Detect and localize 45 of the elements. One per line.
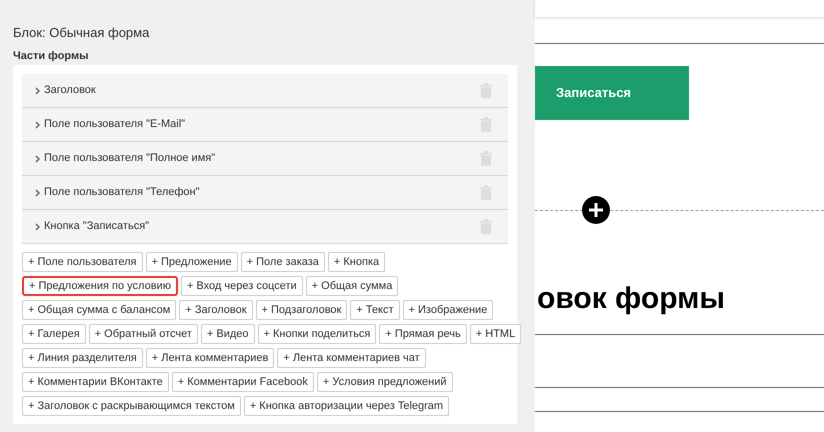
add-part-button[interactable]: + Поле заказа <box>240 252 325 272</box>
add-part-button[interactable]: + Кнопка <box>328 252 386 272</box>
add-part-button[interactable]: + Обратный отсчет <box>88 324 198 344</box>
add-part-button[interactable]: + Заголовок с раскрывающимся текстом <box>22 396 241 416</box>
chevron-icon <box>35 120 40 128</box>
add-part-button[interactable]: + Предложение <box>146 252 238 272</box>
add-part-button[interactable]: + Поле пользователя <box>22 252 143 272</box>
block-title: Блок: Обычная форма <box>13 25 150 41</box>
add-part-button[interactable]: + Общая сумма <box>306 276 398 296</box>
add-part-button[interactable]: + Комментарии ВКонтакте <box>22 372 169 392</box>
chevron-icon <box>35 154 40 162</box>
part-label: Заголовок <box>44 83 97 98</box>
add-part-button[interactable]: + Подзаголовок <box>256 300 348 320</box>
add-part-button[interactable]: + Галерея <box>22 324 86 344</box>
add-part-button[interactable]: + Кнопки поделиться <box>258 324 376 344</box>
add-part-button[interactable]: + Лента комментариев <box>146 348 274 368</box>
part-label: Поле пользователя "Телефон" <box>44 185 201 200</box>
section-label: Части формы <box>13 49 90 63</box>
chevron-icon <box>35 222 40 230</box>
add-part-button[interactable]: + Комментарии Facebook <box>172 372 314 392</box>
part-label: Кнопка "Записаться" <box>44 219 150 234</box>
form-part-row[interactable]: Кнопка "Записаться" <box>22 210 508 244</box>
form-part-row[interactable]: Поле пользователя "Полное имя" <box>22 142 508 176</box>
form-heading: овок формы <box>536 281 726 317</box>
form-part-row[interactable]: Поле пользователя "E-Mail" <box>22 108 508 142</box>
add-part-button[interactable]: + Лента комментариев чат <box>277 348 426 368</box>
add-part-button[interactable]: + Прямая речь <box>379 324 467 344</box>
form-part-row[interactable]: Заголовок <box>22 74 508 108</box>
chevron-icon <box>35 86 40 94</box>
form-part-row[interactable]: Поле пользователя "Телефон" <box>22 176 508 210</box>
add-part-button[interactable]: + Заголовок <box>179 300 253 320</box>
chevron-icon <box>35 188 40 196</box>
add-part-button[interactable]: + Условия предложений <box>316 372 453 392</box>
add-part-button[interactable]: + Текст <box>350 300 400 320</box>
add-part-button[interactable]: + Вход через соцсети <box>180 276 303 296</box>
add-part-button[interactable]: + Общая сумма с балансом <box>22 300 176 320</box>
add-part-button[interactable]: + Видео <box>200 324 255 344</box>
part-label: Поле пользователя "E-Mail" <box>44 117 186 132</box>
add-part-button[interactable]: + Кнопка авторизации через Telegram <box>244 396 450 416</box>
part-label: Поле пользователя "Полное имя" <box>44 151 216 166</box>
add-part-button[interactable]: + Предложения по условию <box>22 276 178 296</box>
add-part-button[interactable]: + Линия разделителя <box>22 348 143 368</box>
add-part-button[interactable]: + HTML <box>470 324 522 344</box>
add-part-button[interactable]: + Изображение <box>402 300 494 320</box>
add-block-icon[interactable] <box>582 196 610 224</box>
